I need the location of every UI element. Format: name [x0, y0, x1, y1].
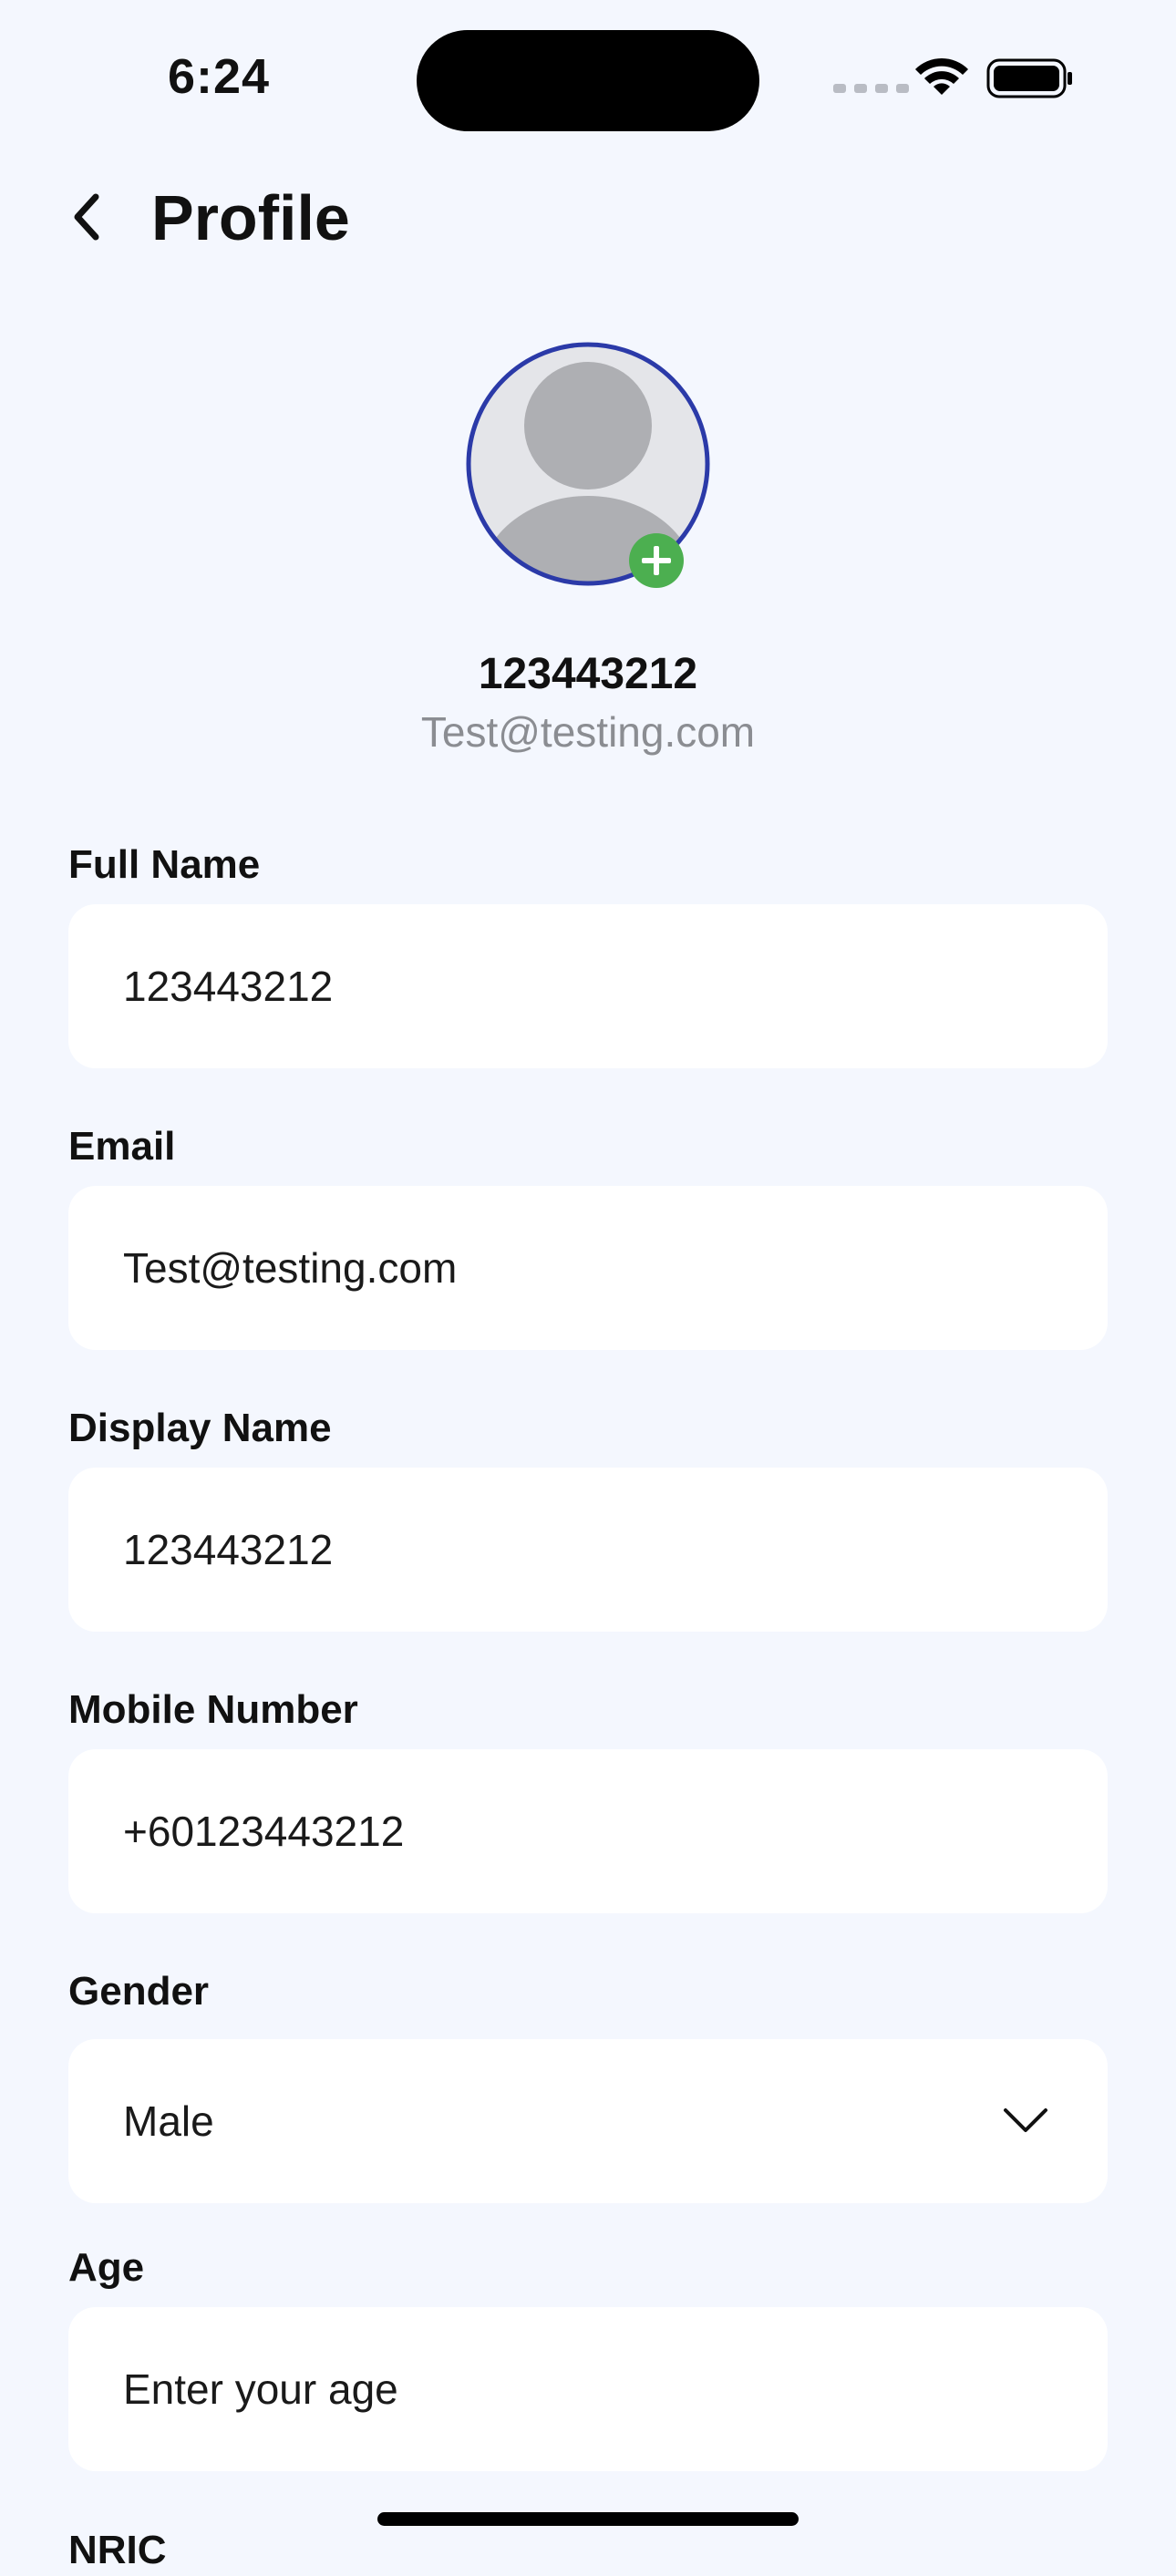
- mobile-number-field-box: [68, 1749, 1108, 1913]
- dynamic-island: [417, 30, 759, 131]
- profile-name: 123443212: [478, 650, 698, 698]
- full-name-field-box: [68, 904, 1108, 1068]
- display-name-label: Display Name: [68, 1406, 332, 1450]
- profile-email: Test@testing.com: [420, 708, 756, 756]
- wifi-icon: [915, 57, 968, 95]
- nric-label: NRIC: [68, 2528, 167, 2572]
- gender-selected-value: Male: [123, 2097, 214, 2145]
- display-name-field-box: [68, 1468, 1108, 1632]
- chevron-down-icon: [1004, 2108, 1047, 2132]
- add-photo-button[interactable]: [627, 531, 686, 590]
- email-field-box: [68, 1186, 1108, 1350]
- gender-label: Gender: [68, 1969, 210, 2014]
- display-name-input[interactable]: [123, 1468, 1035, 1632]
- email-label: Email: [68, 1124, 176, 1169]
- home-indicator: [377, 2512, 799, 2526]
- age-label: Age: [68, 2245, 145, 2290]
- cellular-signal-icon: [833, 84, 909, 93]
- page-title: Profile: [151, 182, 350, 253]
- mobile-number-input[interactable]: [123, 1749, 1035, 1913]
- battery-icon: [986, 58, 1072, 98]
- full-name-label: Full Name: [68, 842, 261, 887]
- email-input[interactable]: [123, 1186, 1035, 1350]
- back-button[interactable]: [55, 180, 119, 253]
- full-name-input[interactable]: [123, 904, 1035, 1068]
- age-input[interactable]: [123, 2307, 1035, 2471]
- mobile-number-label: Mobile Number: [68, 1687, 358, 1732]
- gender-select[interactable]: Male: [68, 2039, 1108, 2203]
- age-field-box: [68, 2307, 1108, 2471]
- status-time: 6:24: [168, 49, 271, 104]
- chevron-left-icon: [74, 193, 99, 241]
